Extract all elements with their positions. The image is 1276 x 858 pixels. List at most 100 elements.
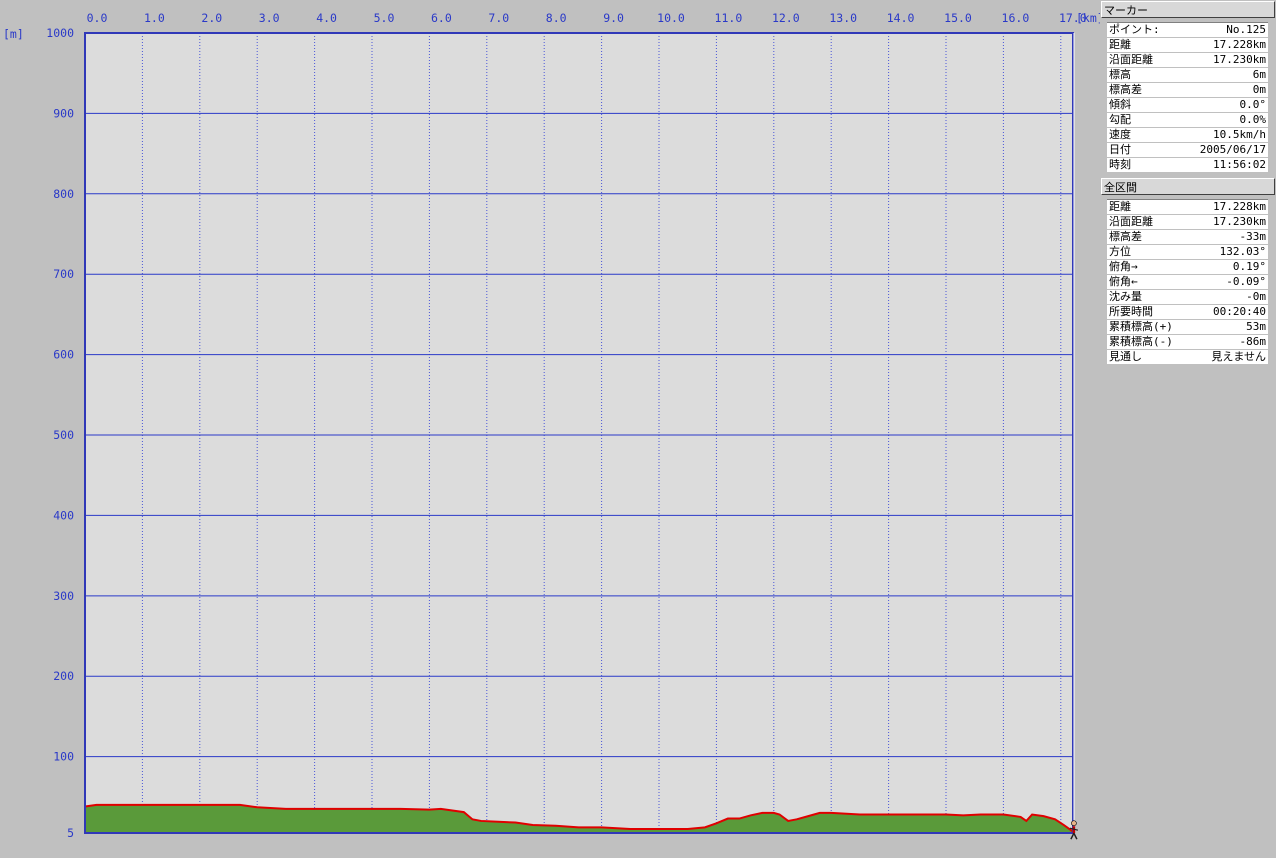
total-panel-header[interactable]: 全区間 bbox=[1101, 178, 1275, 195]
total-row: 見通し 見えません bbox=[1107, 350, 1268, 365]
marker-row-value: 0.0° bbox=[1239, 98, 1267, 111]
total-row-value: -86m bbox=[1239, 335, 1267, 348]
total-row-label: 沈み量 bbox=[1109, 290, 1142, 303]
total-row: 所要時間 00:20:40 bbox=[1107, 305, 1268, 320]
y-tick-label: 300 bbox=[53, 589, 74, 603]
marker-row: 傾斜 0.0° bbox=[1107, 98, 1268, 113]
total-row-value: 見えません bbox=[1211, 350, 1266, 363]
x-tick-label: 16.0 bbox=[1002, 11, 1030, 25]
marker-row: 距離 17.228km bbox=[1107, 38, 1268, 53]
total-row-label: 俯角→ bbox=[1109, 260, 1138, 273]
marker-row: 標高 6m bbox=[1107, 68, 1268, 83]
total-row-label: 累積標高(+) bbox=[1109, 320, 1173, 333]
total-row-label: 俯角← bbox=[1109, 275, 1138, 288]
y-tick-label: 900 bbox=[53, 106, 74, 120]
marker-row: 日付 2005/06/17 bbox=[1107, 143, 1268, 158]
marker-table: ポイント: No.125 距離 17.228km 沿面距離 17.230km 標高 6m 標高差… bbox=[1107, 22, 1268, 173]
total-row: 方位 132.03° bbox=[1107, 245, 1268, 260]
total-row: 距離 17.228km bbox=[1107, 200, 1268, 215]
marker-row-value: 0m bbox=[1252, 83, 1266, 96]
marker-row-label: 距離 bbox=[1109, 38, 1131, 51]
elevation-chart: 0.0 1.0 2.0 3.0 4.0 5.0 6.0 7.0 8.0 9.0 10.0 11.0 12… bbox=[0, 0, 1100, 858]
x-tick-label: 13.0 bbox=[829, 11, 857, 25]
elevation-chart-svg: 0.0 1.0 2.0 3.0 4.0 5.0 6.0 7.0 8.0 9.0 10.0 11.0 12… bbox=[3, 11, 1100, 840]
total-row: 標高差 -33m bbox=[1107, 230, 1268, 245]
marker-row: 勾配 0.0% bbox=[1107, 113, 1268, 128]
marker-row-label: 時刻 bbox=[1109, 158, 1131, 171]
x-tick-label: 0.0 bbox=[87, 11, 108, 25]
total-row: 俯角→ 0.19° bbox=[1107, 260, 1268, 275]
total-row-value: -0m bbox=[1246, 290, 1266, 303]
marker-row-value: 10.5km/h bbox=[1213, 128, 1266, 141]
total-row-label: 見通し bbox=[1109, 350, 1142, 363]
total-panel: 全区間 距離 17.228km 沿面距離 17.230km 標高差 -33m 方位 132.0… bbox=[1101, 178, 1275, 365]
x-tick-label: 15.0 bbox=[944, 11, 972, 25]
total-table: 距離 17.228km 沿面距離 17.230km 標高差 -33m 方位 132.03° 俯角… bbox=[1107, 199, 1268, 365]
marker-row-value: 6m bbox=[1252, 68, 1266, 81]
x-tick-label: 4.0 bbox=[316, 11, 337, 25]
y-tick-label: 5 bbox=[67, 826, 74, 840]
marker-row-label: 標高差 bbox=[1109, 83, 1142, 96]
total-row-value: -0.09° bbox=[1226, 275, 1266, 288]
marker-panel: マーカー ポイント: No.125 距離 17.228km 沿面距離 17.230km 標高… bbox=[1101, 1, 1275, 173]
total-row-value: 17.228km bbox=[1213, 200, 1266, 213]
x-tick-label: 3.0 bbox=[259, 11, 280, 25]
marker-row-label: 標高 bbox=[1109, 68, 1131, 81]
x-tick-label: 5.0 bbox=[374, 11, 395, 25]
marker-row-value: 2005/06/17 bbox=[1199, 143, 1266, 156]
x-tick-label: 9.0 bbox=[603, 11, 624, 25]
x-tick-label: 14.0 bbox=[887, 11, 915, 25]
x-tick-label: 11.0 bbox=[715, 11, 743, 25]
x-tick-label: 7.0 bbox=[488, 11, 509, 25]
total-row-value: 53m bbox=[1246, 320, 1266, 333]
x-tick-label: 10.0 bbox=[657, 11, 685, 25]
total-row-value: 132.03° bbox=[1219, 245, 1266, 258]
total-row-label: 方位 bbox=[1109, 245, 1131, 258]
total-row-label: 距離 bbox=[1109, 200, 1131, 213]
total-row: 沈み量 -0m bbox=[1107, 290, 1268, 305]
total-row: 俯角← -0.09° bbox=[1107, 275, 1268, 290]
y-tick-label: 100 bbox=[53, 750, 74, 764]
x-tick-label: 1.0 bbox=[144, 11, 165, 25]
y-tick-label: 700 bbox=[53, 267, 74, 281]
total-row-label: 標高差 bbox=[1109, 230, 1142, 243]
marker-row: 沿面距離 17.230km bbox=[1107, 53, 1268, 68]
marker-row-label: 日付 bbox=[1109, 143, 1131, 156]
y-tick-label: 200 bbox=[53, 669, 74, 683]
x-tick-label: 6.0 bbox=[431, 11, 452, 25]
y-axis-unit: [m] bbox=[3, 27, 24, 41]
x-axis-unit: [km] bbox=[1076, 11, 1100, 25]
total-row-value: 0.19° bbox=[1232, 260, 1266, 273]
total-row: 累積標高(+) 53m bbox=[1107, 320, 1268, 335]
total-row-value: 17.230km bbox=[1213, 215, 1266, 228]
total-row-label: 沿面距離 bbox=[1109, 215, 1153, 228]
marker-row: 標高差 0m bbox=[1107, 83, 1268, 98]
y-tick-label: 800 bbox=[53, 187, 74, 201]
y-tick-label: 400 bbox=[53, 508, 74, 522]
marker-row-label: ポイント: bbox=[1109, 23, 1160, 36]
marker-row-value: 11:56:02 bbox=[1213, 158, 1266, 171]
marker-row-value: 17.228km bbox=[1213, 38, 1266, 51]
marker-row-value: 0.0% bbox=[1239, 113, 1267, 126]
marker-row-label: 勾配 bbox=[1109, 113, 1131, 126]
marker-row-value: 17.230km bbox=[1213, 53, 1266, 66]
marker-row: ポイント: No.125 bbox=[1107, 23, 1268, 38]
x-tick-label: 2.0 bbox=[201, 11, 222, 25]
x-tick-label: 8.0 bbox=[546, 11, 567, 25]
total-row: 累積標高(-) -86m bbox=[1107, 335, 1268, 350]
y-tick-label: 600 bbox=[53, 348, 74, 362]
total-row-value: -33m bbox=[1239, 230, 1267, 243]
marker-row: 時刻 11:56:02 bbox=[1107, 158, 1268, 173]
total-row-label: 所要時間 bbox=[1109, 305, 1153, 318]
marker-row: 速度 10.5km/h bbox=[1107, 128, 1268, 143]
y-tick-label: 1000 bbox=[46, 26, 74, 40]
total-row-label: 累積標高(-) bbox=[1109, 335, 1173, 348]
marker-row-label: 速度 bbox=[1109, 128, 1131, 141]
total-row: 沿面距離 17.230km bbox=[1107, 215, 1268, 230]
marker-panel-header[interactable]: マーカー bbox=[1101, 1, 1275, 18]
marker-row-label: 傾斜 bbox=[1109, 98, 1131, 111]
x-tick-label: 12.0 bbox=[772, 11, 800, 25]
marker-row-label: 沿面距離 bbox=[1109, 53, 1153, 66]
total-row-value: 00:20:40 bbox=[1213, 305, 1266, 318]
marker-row-value: No.125 bbox=[1226, 23, 1266, 36]
